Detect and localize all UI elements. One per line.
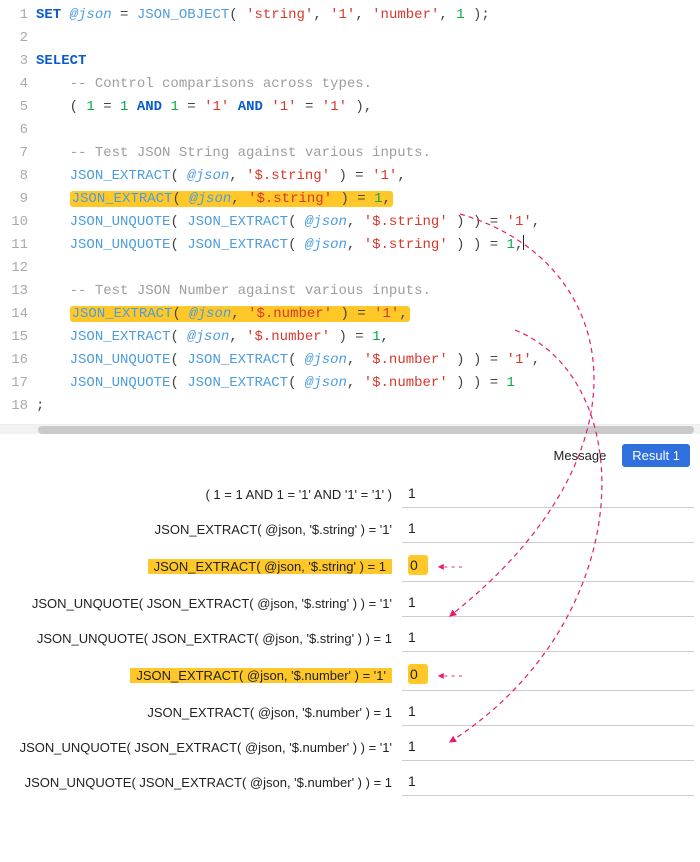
result-row: JSON_UNQUOTE( JSON_EXTRACT( @json, '$.st… <box>4 590 694 617</box>
result-label: ( 1 = 1 AND 1 = '1' AND '1' = '1' ) <box>4 487 392 502</box>
result-label: JSON_EXTRACT( @json, '$.string' ) = '1' <box>4 522 392 537</box>
result-value[interactable]: 1 <box>402 734 694 761</box>
code-line[interactable]: -- Control comparisons across types. <box>36 73 700 96</box>
line-number: 14 <box>0 303 28 326</box>
code-line[interactable]: SELECT <box>36 50 700 73</box>
code-line[interactable] <box>36 257 700 280</box>
code-line[interactable]: -- Test JSON Number against various inpu… <box>36 280 700 303</box>
code-line[interactable]: JSON_EXTRACT( @json, '$.string' ) = '1', <box>36 165 700 188</box>
line-number: 6 <box>0 119 28 142</box>
scrollbar-thumb[interactable] <box>38 426 694 434</box>
tab-result-1[interactable]: Result 1 <box>622 444 690 467</box>
code-line[interactable]: ( 1 = 1 AND 1 = '1' AND '1' = '1' ), <box>36 96 700 119</box>
result-row: JSON_EXTRACT( @json, '$.number' ) = 1 1 <box>4 699 694 726</box>
code-editor[interactable]: 123456789101112131415161718 SET @json = … <box>0 0 700 422</box>
code-line[interactable]: JSON_UNQUOTE( JSON_EXTRACT( @json, '$.st… <box>36 234 700 257</box>
code-line[interactable]: JSON_UNQUOTE( JSON_EXTRACT( @json, '$.nu… <box>36 372 700 395</box>
result-label: JSON_EXTRACT( @json, '$.number' ) = '1' <box>4 668 392 683</box>
result-label: JSON_UNQUOTE( JSON_EXTRACT( @json, '$.nu… <box>4 740 392 755</box>
result-row: ( 1 = 1 AND 1 = '1' AND '1' = '1' ) 1 <box>4 481 694 508</box>
line-number: 13 <box>0 280 28 303</box>
results-panel: ( 1 = 1 AND 1 = '1' AND '1' = '1' )1JSON… <box>0 481 700 814</box>
code-line[interactable]: -- Test JSON String against various inpu… <box>36 142 700 165</box>
line-number: 11 <box>0 234 28 257</box>
line-number: 3 <box>0 50 28 73</box>
result-value[interactable]: 1 <box>402 481 694 508</box>
result-label: JSON_EXTRACT( @json, '$.number' ) = 1 <box>4 705 392 720</box>
code-line[interactable]: JSON_EXTRACT( @json, '$.string' ) = 1, <box>36 188 700 211</box>
line-number: 15 <box>0 326 28 349</box>
result-row: JSON_UNQUOTE( JSON_EXTRACT( @json, '$.nu… <box>4 734 694 761</box>
result-row: JSON_EXTRACT( @json, '$.string' ) = 1 0◂-… <box>4 551 694 582</box>
line-number: 16 <box>0 349 28 372</box>
result-label: JSON_UNQUOTE( JSON_EXTRACT( @json, '$.nu… <box>4 775 392 790</box>
result-value[interactable]: 1 <box>402 516 694 543</box>
result-row: JSON_EXTRACT( @json, '$.number' ) = '1' 0… <box>4 660 694 691</box>
arrow-left-icon: ◂- - - <box>438 668 463 682</box>
result-value[interactable]: 1 <box>402 699 694 726</box>
line-number: 2 <box>0 27 28 50</box>
code-line[interactable]: JSON_UNQUOTE( JSON_EXTRACT( @json, '$.st… <box>36 211 700 234</box>
tab-message[interactable]: Message <box>544 444 617 467</box>
line-number: 8 <box>0 165 28 188</box>
code-line[interactable]: JSON_EXTRACT( @json, '$.number' ) = '1', <box>36 303 700 326</box>
result-label: JSON_UNQUOTE( JSON_EXTRACT( @json, '$.st… <box>4 596 392 611</box>
code-line[interactable]: JSON_UNQUOTE( JSON_EXTRACT( @json, '$.nu… <box>36 349 700 372</box>
line-number: 9 <box>0 188 28 211</box>
arrow-left-icon: ◂- - - <box>438 559 463 573</box>
line-number: 10 <box>0 211 28 234</box>
line-number: 1 <box>0 4 28 27</box>
code-line[interactable] <box>36 27 700 50</box>
result-label: JSON_EXTRACT( @json, '$.string' ) = 1 <box>4 559 392 574</box>
result-tabs: Message Result 1 <box>0 434 700 473</box>
result-value[interactable]: 0◂- - - <box>402 551 694 582</box>
result-value[interactable]: 1 <box>402 769 694 796</box>
result-value[interactable]: 1 <box>402 590 694 617</box>
line-number: 12 <box>0 257 28 280</box>
code-line[interactable]: SET @json = JSON_OBJECT( 'string', '1', … <box>36 4 700 27</box>
line-number: 4 <box>0 73 28 96</box>
line-number-gutter: 123456789101112131415161718 <box>0 4 36 418</box>
result-value[interactable]: 1 <box>402 625 694 652</box>
code-line[interactable] <box>36 119 700 142</box>
result-row: JSON_UNQUOTE( JSON_EXTRACT( @json, '$.nu… <box>4 769 694 796</box>
line-number: 17 <box>0 372 28 395</box>
result-value[interactable]: 0◂- - - <box>402 660 694 691</box>
code-content[interactable]: SET @json = JSON_OBJECT( 'string', '1', … <box>36 4 700 418</box>
line-number: 18 <box>0 395 28 418</box>
result-label: JSON_UNQUOTE( JSON_EXTRACT( @json, '$.st… <box>4 631 392 646</box>
result-row: JSON_EXTRACT( @json, '$.string' ) = '1' 1 <box>4 516 694 543</box>
code-line[interactable]: JSON_EXTRACT( @json, '$.number' ) = 1, <box>36 326 700 349</box>
horizontal-scrollbar[interactable] <box>0 424 700 434</box>
result-row: JSON_UNQUOTE( JSON_EXTRACT( @json, '$.st… <box>4 625 694 652</box>
code-line[interactable]: ; <box>36 395 700 418</box>
line-number: 5 <box>0 96 28 119</box>
line-number: 7 <box>0 142 28 165</box>
